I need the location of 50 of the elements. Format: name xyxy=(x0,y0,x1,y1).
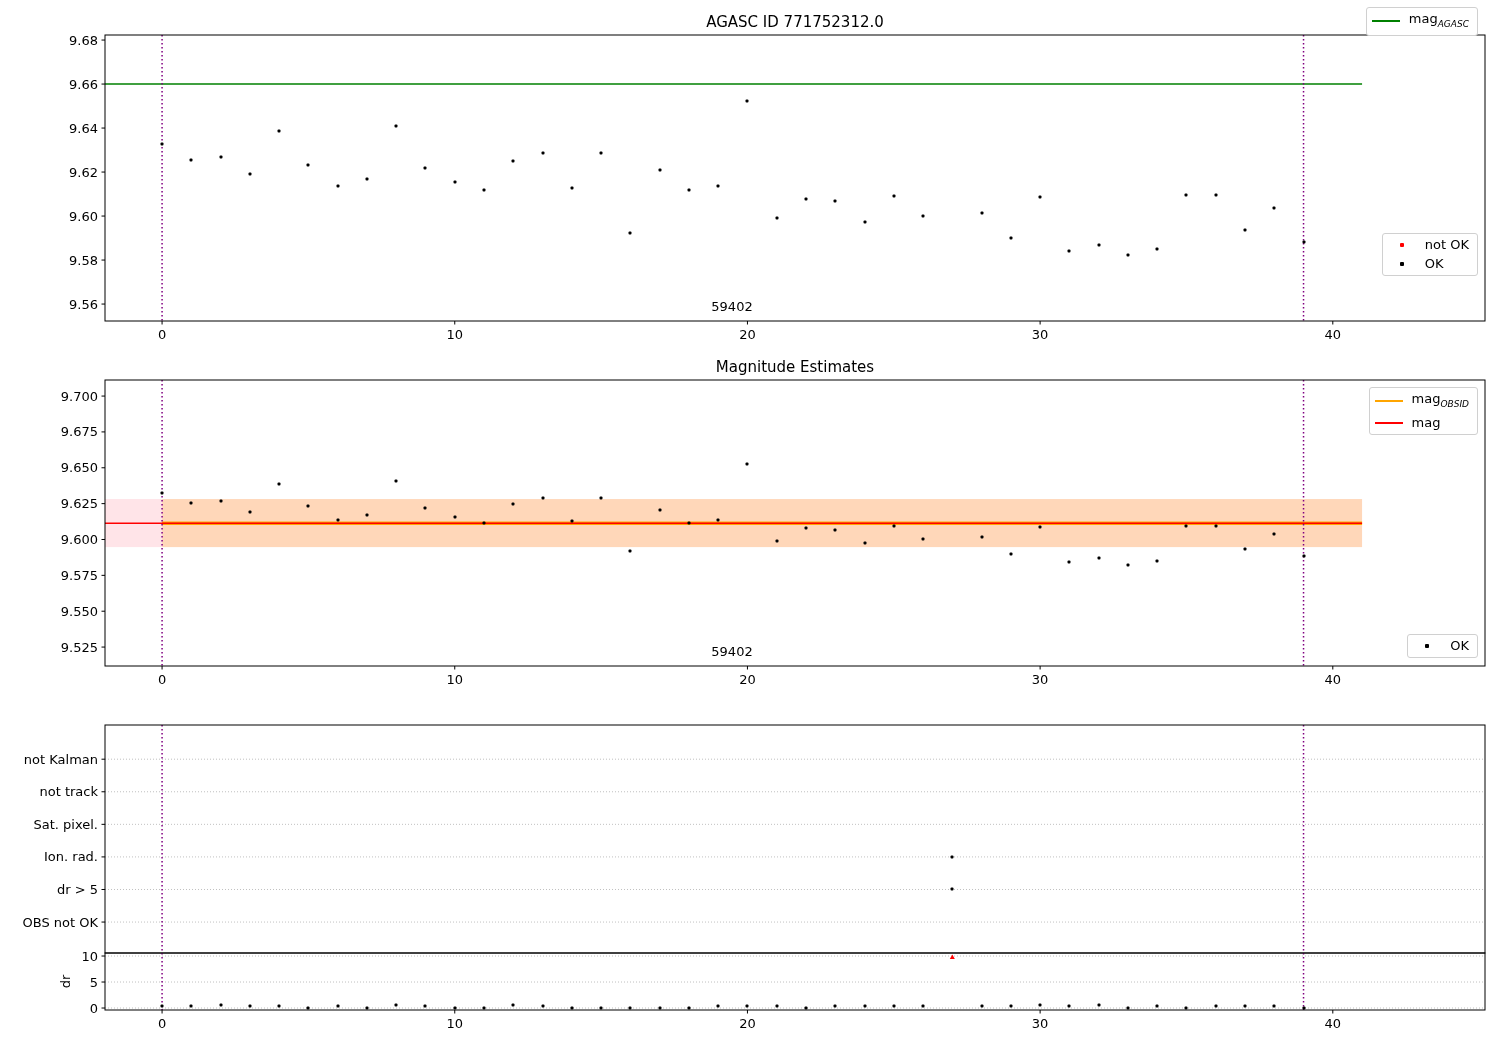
tick-label: 30 xyxy=(1031,672,1049,687)
chart-title: AGASC ID 771752312.0 xyxy=(706,13,884,31)
chart-title: Magnitude Estimates xyxy=(715,358,875,376)
tick-label: 9.60 xyxy=(69,208,98,224)
tick-label: 0 xyxy=(157,672,167,687)
tick-label: 9.58 xyxy=(69,252,98,268)
tick-label: 9.68 xyxy=(69,32,98,48)
tick-label: 9.575 xyxy=(60,567,98,583)
tick-label: 9.550 xyxy=(60,603,98,619)
tick-label: 40 xyxy=(1324,672,1342,687)
annotation-label: 59402 xyxy=(711,644,753,659)
tick-label: 5 xyxy=(89,974,98,990)
legend-label: mag$_{OBSID}$ xyxy=(1411,391,1469,411)
tick-label: 40 xyxy=(1324,1016,1342,1031)
tick-label: 9.64 xyxy=(69,120,98,136)
tick-label: 40 xyxy=(1324,327,1342,342)
tick-label: 20 xyxy=(739,672,756,687)
tick-label: 9.625 xyxy=(60,496,98,512)
legend-label: mag xyxy=(1411,414,1441,431)
tick-label: dr > 5 xyxy=(56,882,98,897)
tick-label: 10 xyxy=(446,672,464,687)
legend-label: not OK xyxy=(1424,237,1469,253)
tick-label: 10 xyxy=(446,327,464,342)
tick-label: 0 xyxy=(89,1000,98,1016)
annotation-label: 59402 xyxy=(711,299,753,314)
tick-label: 9.700 xyxy=(60,388,98,404)
legend-label: OK xyxy=(1424,256,1444,272)
tick-label: 20 xyxy=(739,1016,756,1031)
tick-label: 30 xyxy=(1031,327,1049,342)
tick-label: 10 xyxy=(81,948,98,964)
tick-label: Ion. rad. xyxy=(44,849,98,865)
tick-label: 20 xyxy=(739,327,756,342)
tick-label: 9.600 xyxy=(60,532,98,547)
tick-label: 0 xyxy=(157,1016,167,1031)
tick-label: 10 xyxy=(446,1016,464,1031)
legend-label: mag$_{AGASC}$ xyxy=(1408,11,1469,31)
tick-label: not Kalman xyxy=(23,751,98,767)
tick-label: 9.650 xyxy=(60,460,98,476)
axis-label: dr xyxy=(58,974,73,989)
tick-label: OBS not OK xyxy=(22,914,98,930)
tick-label: not track xyxy=(39,784,98,800)
tick-label: 9.525 xyxy=(60,639,98,655)
tick-label: 9.66 xyxy=(69,76,98,92)
tick-label: Sat. pixel. xyxy=(33,816,98,832)
legend-label: OK xyxy=(1450,638,1469,654)
tick-label: 9.675 xyxy=(60,424,98,440)
tick-label: 0 xyxy=(157,327,167,342)
tick-label: 9.56 xyxy=(69,296,98,312)
tick-label: 9.62 xyxy=(69,164,98,180)
tick-label: 30 xyxy=(1031,1016,1049,1031)
